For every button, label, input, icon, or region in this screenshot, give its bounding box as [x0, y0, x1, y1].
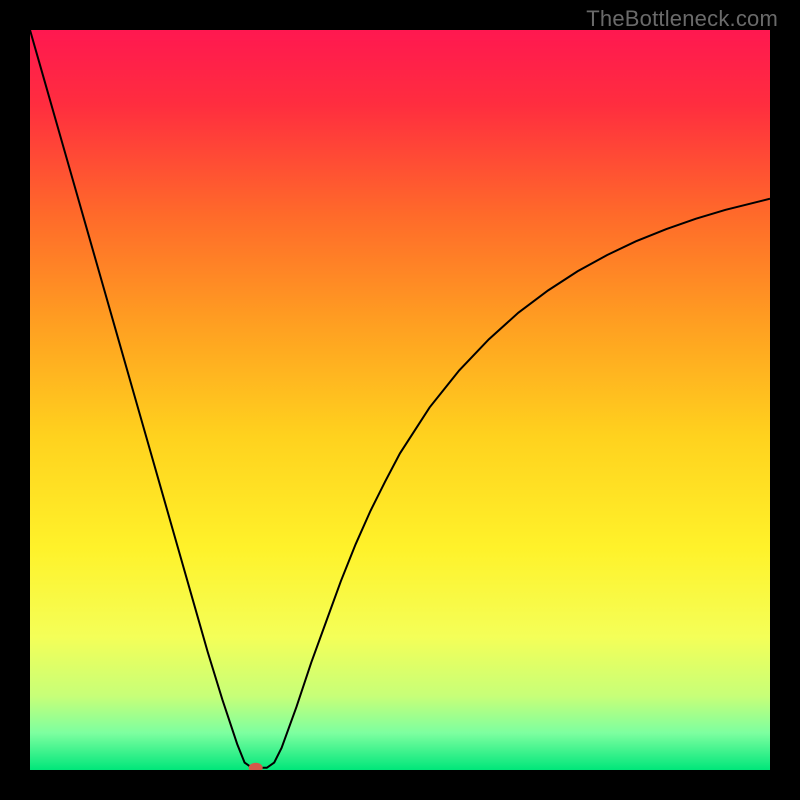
gradient-background	[30, 30, 770, 770]
chart-container	[30, 30, 770, 770]
bottleneck-chart	[30, 30, 770, 770]
watermark-text: TheBottleneck.com	[586, 6, 778, 32]
